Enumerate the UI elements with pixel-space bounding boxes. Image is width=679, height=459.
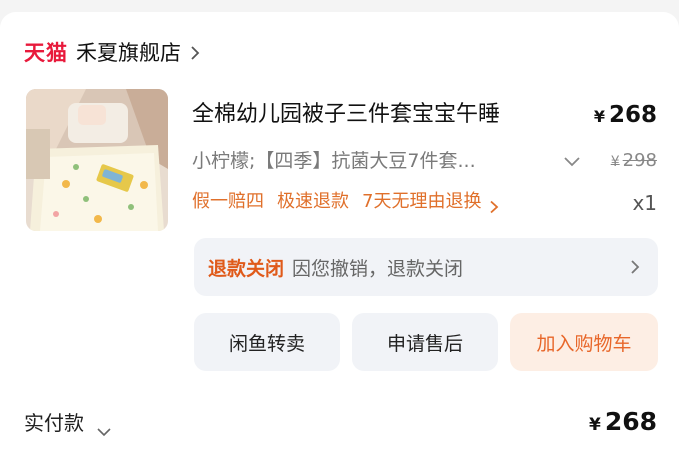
paid-amount: ¥268 [589, 406, 657, 441]
tmall-logo: 天猫 [24, 40, 68, 65]
paid-amount-label[interactable]: 实付款 [24, 409, 112, 437]
product-price: ¥268 [594, 100, 657, 132]
add-to-cart-button[interactable]: 加入购物车 [510, 313, 658, 371]
original-price: ¥298 [611, 147, 657, 176]
currency-symbol: ¥ [593, 107, 605, 126]
currency-symbol: ¥ [610, 154, 620, 170]
tag-fake-compensation: 假一赔四 [192, 191, 264, 212]
tag-fast-refund: 极速退款 [277, 191, 349, 212]
tag-7day-return: 7天无理由退换 [362, 191, 482, 212]
currency-symbol: ¥ [588, 415, 601, 435]
product-image[interactable] [26, 89, 168, 231]
price-value: 268 [608, 102, 657, 128]
store-header[interactable]: 天猫 禾夏旗舰店 [24, 38, 201, 68]
chevron-right-icon [630, 259, 640, 275]
after-sale-button[interactable]: 申请售后 [352, 313, 498, 371]
chevron-right-icon [488, 195, 500, 214]
order-card: 天猫 禾夏旗舰店 全棉幼儿园被子三件套宝宝午睡 ¥ 268 小柠檬;【四季】抗菌… [0, 12, 679, 459]
chevron-down-icon[interactable] [563, 154, 581, 168]
refund-status: 退款关闭 [208, 257, 285, 280]
product-title[interactable]: 全棉幼儿园被子三件套宝宝午睡 [192, 100, 572, 130]
chevron-down-icon [96, 417, 112, 437]
original-price-value: 298 [622, 150, 657, 171]
paid-amount-value: 268 [604, 407, 657, 436]
xianyu-resell-button[interactable]: 闲鱼转卖 [194, 313, 340, 371]
quantity: x1 [632, 191, 657, 215]
paid-label-text: 实付款 [24, 411, 84, 435]
store-name[interactable]: 禾夏旗舰店 [76, 42, 181, 64]
refund-description: 因您撤销，退款关闭 [292, 257, 464, 280]
refund-status-box[interactable]: 退款关闭 因您撤销，退款关闭 [194, 238, 658, 296]
service-tags[interactable]: 假一赔四 极速退款 7天无理由退换 [192, 188, 513, 216]
product-sku[interactable]: 小柠檬;【四季】抗菌大豆7件套... [192, 147, 542, 175]
chevron-right-icon [189, 45, 201, 61]
